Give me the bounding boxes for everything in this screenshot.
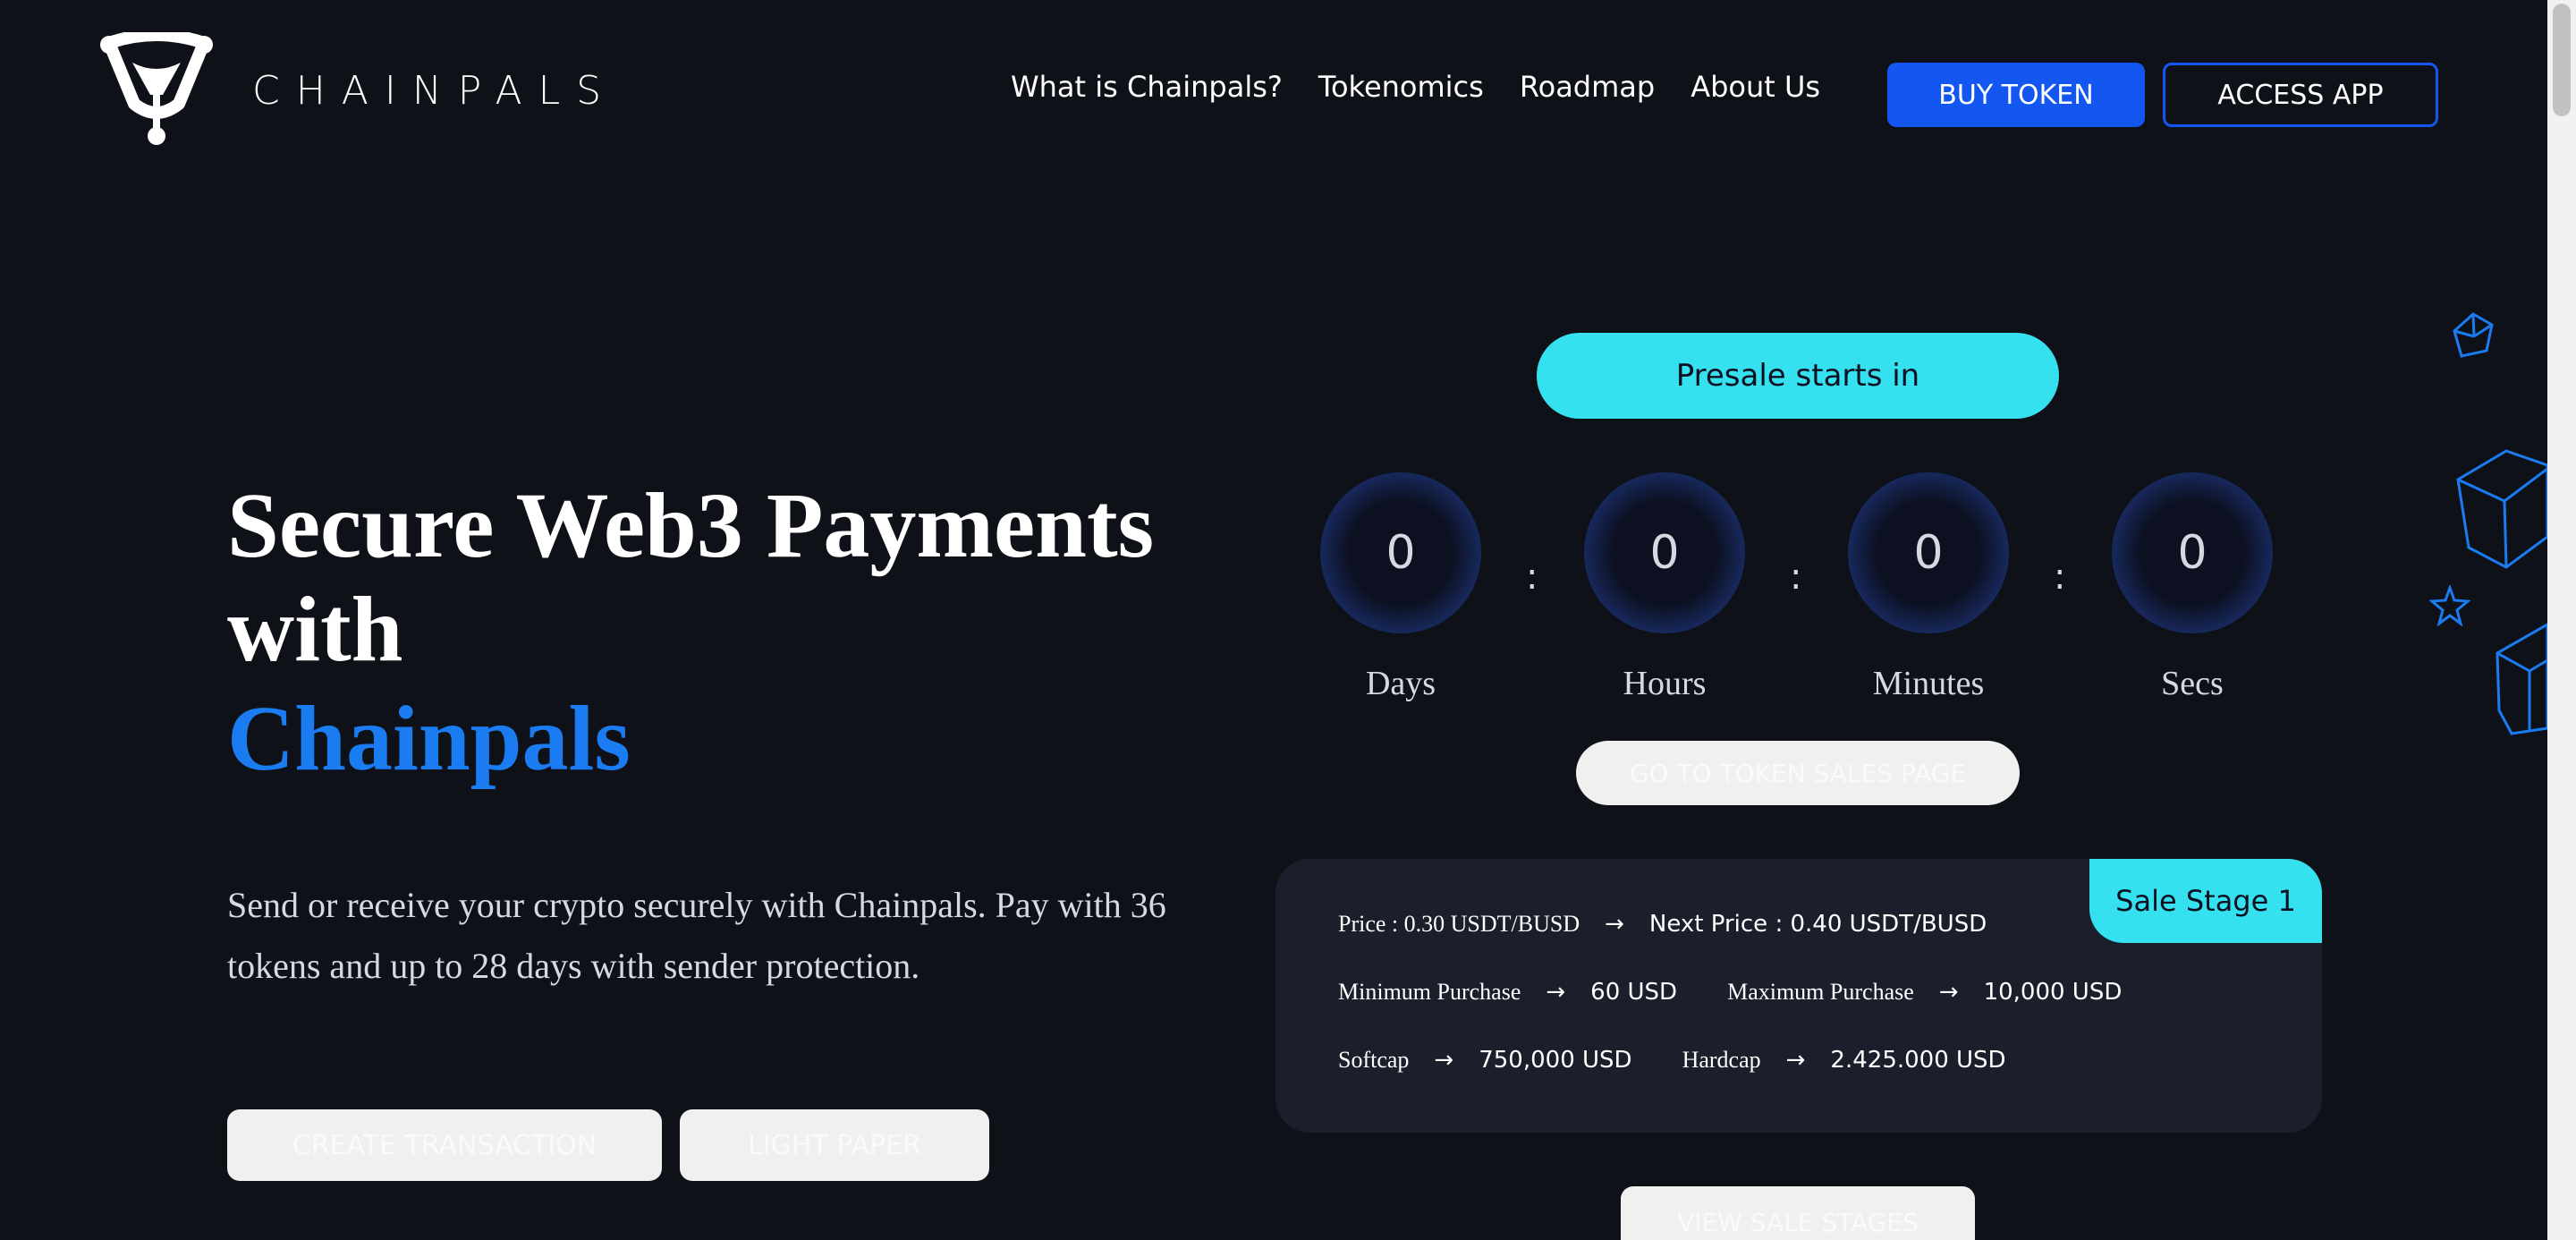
next-price-value: Next Price : 0.40 USDT/BUSD [1648,911,1987,938]
access-app-button[interactable]: ACCESS APP [2163,63,2438,127]
softcap-label: Softcap [1338,1047,1410,1073]
hero-title-brand: Chainpals [227,687,631,790]
hero-title: Secure Web3 Payments with Chainpals [227,474,1211,791]
sale-info-card: Sale Stage 1 Price : 0.30 USDT/BUSD → Ne… [1275,859,2322,1133]
arrow-right-icon: → [1434,1047,1454,1074]
countdown-minutes: 0 Minutes [1848,472,2009,703]
countdown-minutes-value: 0 [1848,472,2009,633]
countdown-secs: 0 Secs [2112,472,2273,703]
arrow-right-icon: → [1546,979,1566,1006]
presale-label: Presale starts in [1537,333,2059,419]
countdown-separator: : [1526,556,1538,598]
view-sale-stages-button[interactable]: VIEW SALE STAGES [1621,1186,1975,1240]
max-purchase-value: 10,000 USD [1983,979,2123,1006]
hero-description: Send or receive your crypto securely wit… [227,885,1166,986]
cube-icon [2456,449,2547,569]
sale-stage-badge: Sale Stage 1 [2089,859,2322,943]
max-purchase-label: Maximum Purchase [1727,979,1914,1005]
countdown-days-label: Days [1365,665,1436,702]
countdown-days: 0 Days [1320,472,1481,703]
nav-what-is-chainpals[interactable]: What is Chainpals? [1011,70,1283,104]
arrow-right-icon: → [1605,911,1624,938]
nav-about-us[interactable]: About Us [1690,70,1820,104]
light-paper-button[interactable]: LIGHT PAPER [680,1109,989,1181]
cap-row: Softcap → 750,000 USD Hardcap → 2.425.00… [1338,1047,2006,1074]
nav-tokenomics[interactable]: Tokenomics [1318,70,1484,104]
page-scrollbar[interactable] [2547,0,2576,1240]
arrow-right-icon: → [1938,979,1959,1006]
countdown-hours: 0 Hours [1584,472,1745,703]
star-icon [2429,585,2470,626]
logo[interactable]: CHAINPALS [100,32,617,149]
countdown-minutes-label: Minutes [1872,665,1985,702]
price-label: Price : 0.30 USDT/BUSD [1338,911,1580,937]
min-purchase-value: 60 USD [1590,979,1678,1006]
cube-icon [2496,623,2547,735]
softcap-value: 750,000 USD [1479,1047,1632,1074]
brand-name: CHAINPALS [252,67,618,114]
countdown-secs-value: 0 [2112,472,2273,633]
buy-token-button[interactable]: BUY TOKEN [1887,63,2145,127]
min-purchase-label: Minimum Purchase [1338,979,1521,1005]
cube-icon [2453,312,2494,358]
countdown-separator: : [1790,556,1802,598]
hardcap-value: 2.425.000 USD [1830,1047,2006,1074]
create-transaction-button[interactable]: CREATE TRANSACTION [227,1109,662,1181]
countdown-days-value: 0 [1320,472,1481,633]
hardcap-label: Hardcap [1682,1047,1761,1073]
countdown-hours-value: 0 [1584,472,1745,633]
hero-title-text: Secure Web3 Payments with [227,474,1155,681]
nav-roadmap[interactable]: Roadmap [1520,70,1655,104]
scrollbar-thumb[interactable] [2553,4,2571,116]
price-row: Price : 0.30 USDT/BUSD → Next Price : 0.… [1338,911,1987,938]
main-nav: What is Chainpals? Tokenomics Roadmap Ab… [1011,70,1820,104]
purchase-row: Minimum Purchase → 60 USD Maximum Purcha… [1338,979,2122,1006]
countdown-secs-label: Secs [2161,665,2224,702]
go-to-token-sales-button[interactable]: GO TO TOKEN SALES PAGE [1576,741,2020,805]
countdown-separator: : [2054,556,2066,598]
countdown-hours-label: Hours [1623,665,1707,702]
chainpals-logo-icon [100,32,213,145]
arrow-right-icon: → [1785,1047,1806,1074]
